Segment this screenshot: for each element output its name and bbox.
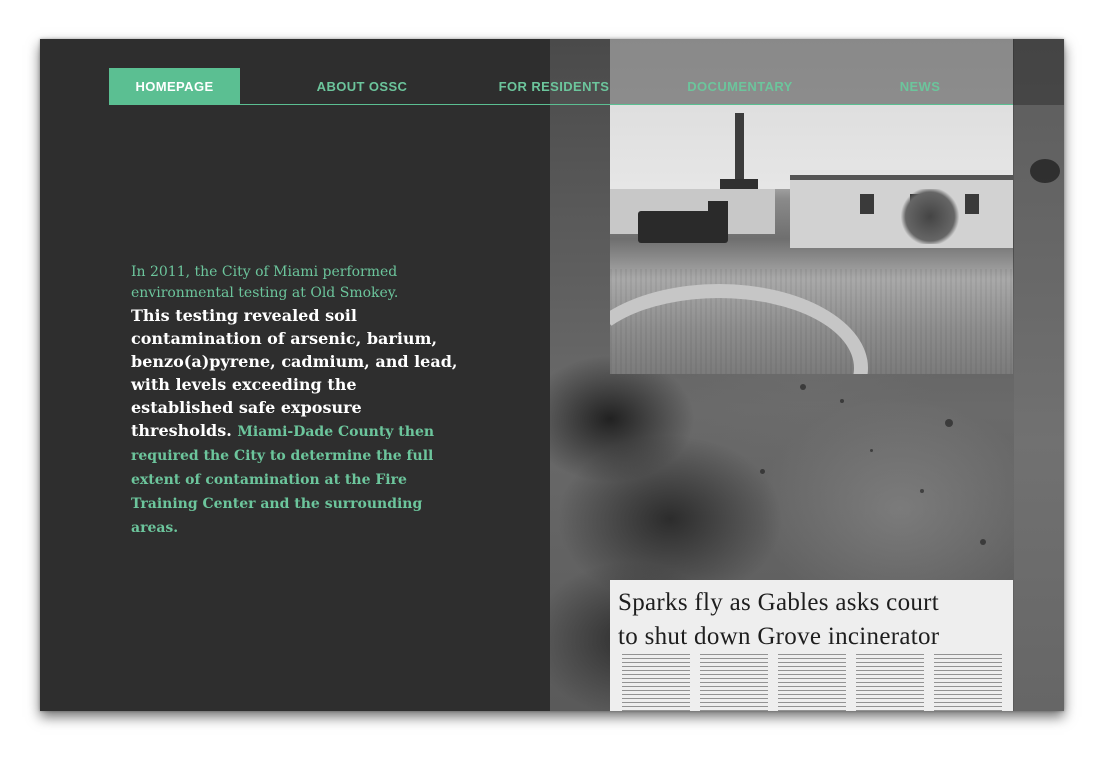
main-nav: HOMEPAGE ABOUT OSSC FOR RESIDENTS DOCUME… bbox=[109, 68, 1013, 105]
photo-window bbox=[965, 194, 979, 214]
nav-about-ossc[interactable]: ABOUT OSSC bbox=[302, 68, 422, 105]
smoke-edge bbox=[1014, 39, 1064, 711]
smoke-speck bbox=[945, 419, 953, 427]
page-frame: Sparks fly as Gables asks court to shut … bbox=[40, 39, 1064, 711]
nav-for-residents[interactable]: FOR RESIDENTS bbox=[489, 68, 619, 105]
newspaper-column bbox=[778, 654, 846, 711]
smoke-speck bbox=[920, 489, 924, 493]
newspaper-column bbox=[934, 654, 1002, 711]
newspaper-columns bbox=[622, 654, 1004, 711]
story-emphasis: This testing revealed soil contamination… bbox=[131, 304, 461, 539]
photo-roof bbox=[720, 179, 758, 189]
photo-truck bbox=[638, 201, 728, 243]
newspaper-column bbox=[700, 654, 768, 711]
headline-line-2: to shut down Grove incinerator bbox=[618, 623, 940, 650]
nav-news[interactable]: NEWS bbox=[889, 68, 951, 105]
smoke-speck bbox=[760, 469, 765, 474]
smoke-speck bbox=[1030, 159, 1060, 183]
newspaper-column bbox=[856, 654, 924, 711]
newspaper-headline: Sparks fly as Gables asks court to shut … bbox=[618, 586, 1013, 654]
smoke-speck bbox=[870, 449, 873, 452]
nav-underline bbox=[109, 104, 1013, 105]
story-emphasis-text: This testing revealed soil contamination… bbox=[131, 306, 458, 440]
nav-documentary[interactable]: DOCUMENTARY bbox=[674, 68, 806, 105]
nav-homepage[interactable]: HOMEPAGE bbox=[109, 68, 240, 105]
story-text: In 2011, the City of Miami performed env… bbox=[131, 262, 461, 539]
photo-window bbox=[860, 194, 874, 214]
newspaper-column bbox=[622, 654, 690, 711]
story-intro: In 2011, the City of Miami performed env… bbox=[131, 264, 399, 301]
photo-trees bbox=[900, 189, 960, 244]
smoke-speck bbox=[840, 399, 844, 403]
smoke-speck bbox=[980, 539, 986, 545]
smoke-speck bbox=[800, 384, 806, 390]
story-outro: Miami-Dade County then required the City… bbox=[131, 424, 435, 536]
headline-line-1: Sparks fly as Gables asks court bbox=[618, 589, 940, 616]
newspaper-clipping: Sparks fly as Gables asks court to shut … bbox=[610, 580, 1013, 711]
